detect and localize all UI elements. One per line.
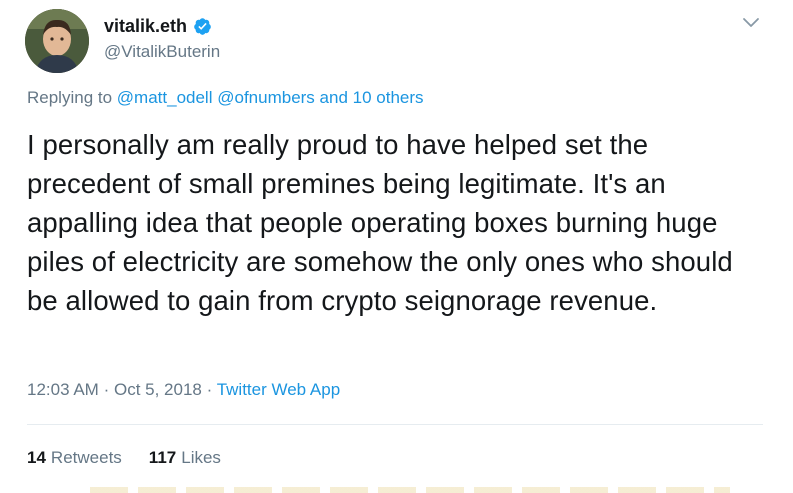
retweets-count: 14 <box>27 448 46 467</box>
avatar-image <box>25 9 89 73</box>
divider <box>27 424 763 425</box>
retweets-label: Retweets <box>50 448 122 467</box>
meta-separator: · <box>103 380 110 399</box>
verified-badge-icon <box>194 18 211 35</box>
author-name-row[interactable]: vitalik.eth <box>104 16 212 37</box>
tweet-text: I personally am really proud to have hel… <box>27 129 733 316</box>
retweets-stat[interactable]: 14 Retweets <box>27 448 122 468</box>
display-name[interactable]: vitalik.eth <box>104 16 187 37</box>
cropped-content-edge <box>90 487 730 493</box>
reply-mention-link[interactable]: @matt_odell <box>117 88 213 107</box>
username-handle[interactable]: @VitalikButerin <box>104 42 220 62</box>
reply-and-label[interactable]: and <box>320 88 348 107</box>
chevron-down-icon[interactable] <box>742 16 760 30</box>
tweet-metadata: 12:03 AM · Oct 5, 2018 · Twitter Web App <box>27 380 340 400</box>
replying-to-line: Replying to @matt_odell @ofnumbers and 1… <box>27 88 424 108</box>
likes-stat[interactable]: 117 Likes <box>149 448 221 468</box>
avatar[interactable] <box>25 9 89 73</box>
likes-count: 117 <box>148 448 177 467</box>
tweet-time-link[interactable]: 12:03 AM <box>27 380 99 399</box>
tweet-date-link[interactable]: Oct 5, 2018 <box>114 380 202 399</box>
likes-label: Likes <box>181 448 221 467</box>
tweet-stats: 14 Retweets 117 Likes <box>27 448 221 468</box>
replying-to-label: Replying to <box>27 88 113 107</box>
reply-others-link[interactable]: 10 others <box>353 88 424 107</box>
meta-separator: · <box>206 380 213 399</box>
reply-mention-link[interactable]: @ofnumbers <box>217 88 315 107</box>
tweet-source-link[interactable]: Twitter Web App <box>217 380 340 399</box>
